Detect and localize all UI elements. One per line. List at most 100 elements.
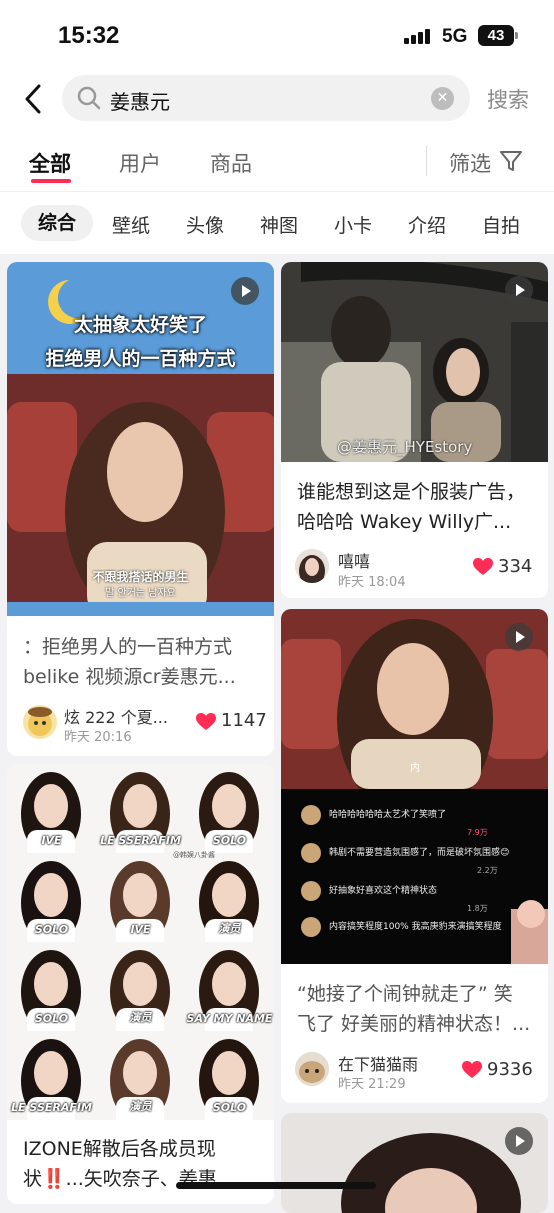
search-button[interactable]: 搜索 — [487, 84, 529, 114]
member-photo: IVE — [7, 764, 96, 853]
post-card[interactable]: 太抽象太好笑了 拒绝男人的一百种方式 不跟我搭话的男生 말 안거는 남자요 ：拒… — [7, 262, 274, 756]
member-group-label: IVE — [41, 834, 62, 847]
search-icon — [77, 86, 101, 110]
member-group-label: SAY MY NAME — [186, 1012, 273, 1025]
category-chip-photocard[interactable]: 小卡 — [334, 211, 372, 238]
member-group-label: SOLO — [34, 923, 69, 936]
member-photo: 演员 — [185, 853, 274, 942]
overlay-main-text: 拒绝男人的一百种方式 — [45, 348, 236, 370]
post-thumbnail: @姜惠元_HYEstory — [281, 262, 548, 462]
search-query: 姜惠元 — [110, 90, 170, 114]
post-date: 昨天 18:04 — [338, 575, 406, 590]
cat-avatar-icon — [301, 917, 321, 937]
member-group-label: 演员 — [218, 922, 241, 935]
post-card[interactable]: IVE LE SSERAFIM SOLO SOLO IVE 演员 SOLO 演员 SAY MY … — [7, 764, 274, 1204]
member-photo: LE SSERAFIM — [96, 764, 185, 853]
grid-credit: @韩娱八卦酱 — [173, 851, 215, 859]
category-chip-wallpaper[interactable]: 壁纸 — [112, 211, 150, 238]
comment-text: 韩剧不需要营造氛围感了，而是破坏氛围感😊 — [329, 848, 510, 858]
tab-active-indicator — [31, 179, 71, 183]
category-chip-avatar[interactable]: 头像 — [186, 211, 224, 238]
category-bar: 综合 壁纸 头像 神图 小卡 介绍 自拍 — [0, 192, 554, 254]
member-group-label: IVE — [130, 923, 151, 936]
member-photo: SOLO — [7, 942, 96, 1031]
heart-icon[interactable] — [462, 1061, 482, 1079]
result-tabs: 全部 用户 商品 筛选 — [0, 128, 554, 192]
status-bar: 15:32 5G 43 — [0, 0, 554, 72]
post-thumbnail: 内 哈哈哈哈哈哈太艺术了笑喷了 7.9万 韩剧不需要营造氛围感了，而是破坏氛围感… — [281, 609, 548, 964]
avatar[interactable] — [295, 1052, 329, 1086]
cat-avatar-icon — [301, 881, 321, 901]
category-chip-selfie[interactable]: 自拍 — [482, 211, 520, 238]
category-chip-meme[interactable]: 神图 — [260, 211, 298, 238]
comment-likes: 2.2万 — [477, 866, 498, 875]
member-photo: IVE — [96, 853, 185, 942]
post-title-line-2: belike 视频源cr姜惠元... — [23, 666, 236, 688]
post-title-line-1: 谁能想到这是个服装广告， — [297, 481, 526, 503]
post-title-line-2: 哈哈哈 Wakey Willy广... — [297, 511, 512, 533]
member-group-label: LE SSERAFIM — [100, 834, 181, 847]
member-photo: 演员 — [96, 942, 185, 1031]
post-thumbnail: IVE LE SSERAFIM SOLO SOLO IVE 演员 SOLO 演员 SAY MY … — [7, 764, 274, 1120]
tab-products[interactable]: 商品 — [210, 148, 252, 178]
comment-item: 哈哈哈哈哈哈太艺术了笑喷了 7.9万 — [301, 805, 541, 841]
search-input[interactable]: 姜惠元 ✕ — [62, 75, 470, 121]
post-title-line-1: “她接了个闹钟就走了” 笑 — [297, 983, 513, 1005]
play-icon — [505, 623, 533, 651]
comment-text: 内容搞笑程度100% 我高庚豹来演搞笑程度 — [329, 922, 502, 932]
member-group-label: SOLO — [212, 834, 247, 847]
cat-avatar-icon — [301, 843, 321, 863]
avatar[interactable] — [23, 705, 57, 739]
member-group-label: LE SSERAFIM — [11, 1101, 92, 1114]
category-chip-comprehensive[interactable]: 综合 — [21, 205, 94, 241]
member-group-label: 演员 — [129, 1100, 152, 1113]
post-date: 昨天 20:16 — [64, 730, 132, 745]
member-group-label: 演员 — [129, 1011, 152, 1024]
overlay-top-text: 太抽象太好笑了 — [73, 314, 207, 336]
author-name[interactable]: 在下猫猫雨 — [338, 1051, 418, 1075]
category-chip-intro[interactable]: 介绍 — [408, 211, 446, 238]
post-card[interactable]: 内 哈哈哈哈哈哈太艺术了笑喷了 7.9万 韩剧不需要营造氛围感了，而是破坏氛围感… — [281, 609, 548, 1103]
post-image — [281, 1113, 548, 1213]
member-photo: 演员 — [96, 1031, 185, 1120]
comment-text: 好抽象好喜欢这个精神状态 — [329, 886, 438, 896]
member-group-label: SOLO — [34, 1012, 69, 1025]
back-arrow-icon[interactable] — [20, 82, 50, 116]
like-count: 1147 — [221, 710, 267, 731]
subtitle-cn: 不跟我搭话的男生 — [92, 570, 189, 584]
heart-icon[interactable] — [473, 558, 493, 576]
status-time: 15:32 — [58, 22, 120, 49]
comment-item: 好抽象好喜欢这个精神状态 1.8万 — [301, 877, 541, 913]
member-group-label: SOLO — [212, 1101, 247, 1114]
play-icon — [505, 1127, 533, 1155]
heart-icon[interactable] — [196, 713, 216, 731]
avatar[interactable] — [295, 549, 329, 583]
post-card[interactable] — [281, 1113, 548, 1213]
battery-icon: 43 — [478, 25, 518, 46]
author-name[interactable]: 炫 222 个夏... — [64, 704, 168, 728]
member-photo: SAY MY NAME — [185, 942, 274, 1031]
member-photo-grid: IVE LE SSERAFIM SOLO SOLO IVE 演员 SOLO 演员 SAY MY … — [7, 764, 274, 1120]
play-icon — [505, 276, 533, 304]
post-title-line-1: ：拒绝男人的一百种方式 — [23, 636, 233, 658]
post-card[interactable]: @姜惠元_HYEstory 谁能想到这是个服装广告， 哈哈哈 Wakey Wil… — [281, 262, 548, 598]
play-icon — [231, 277, 259, 305]
filter-button[interactable]: 筛选 — [449, 148, 491, 178]
post-title-line-1: IZONE解散后各成员现 — [23, 1138, 216, 1160]
search-header: 姜惠元 ✕ 搜索 — [0, 72, 554, 128]
member-photo: LE SSERAFIM — [7, 1031, 96, 1120]
image-caption: 内 — [410, 763, 420, 774]
clear-icon[interactable]: ✕ — [431, 87, 454, 110]
tab-all[interactable]: 全部 — [29, 148, 71, 178]
image-watermark: @姜惠元_HYEstory — [337, 438, 473, 456]
tab-users[interactable]: 用户 — [119, 148, 161, 178]
post-thumbnail: 太抽象太好笑了 拒绝男人的一百种方式 不跟我搭话的男生 말 안거는 남자요 — [7, 262, 274, 616]
member-photo: SOLO — [7, 853, 96, 942]
filter-funnel-icon[interactable] — [498, 148, 524, 174]
comment-list: 哈哈哈哈哈哈太艺术了笑喷了 7.9万 韩剧不需要营造氛围感了，而是破坏氛围感😊 … — [301, 805, 541, 943]
author-name[interactable]: 嘻嘻 — [338, 548, 370, 572]
post-title-line-2: 状‼️...矢吹奈子、姜惠 — [23, 1168, 217, 1190]
like-count: 334 — [498, 556, 533, 577]
cat-avatar-icon — [301, 805, 321, 825]
like-count: 9336 — [487, 1059, 533, 1080]
